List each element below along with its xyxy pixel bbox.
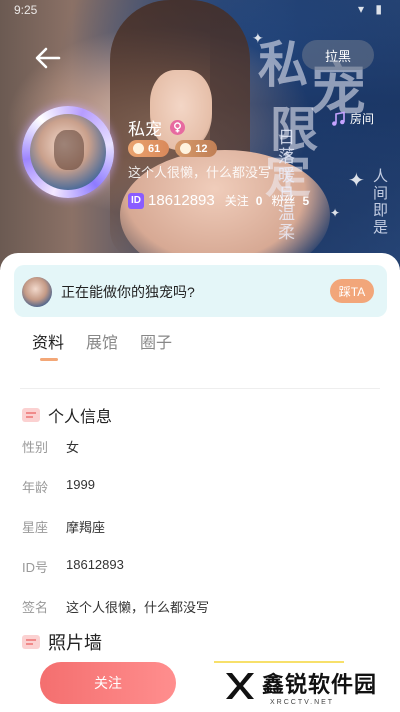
user-id: 18612893 [148, 192, 215, 209]
profile-signature: 这个人很懒，什么都没写 [128, 165, 272, 180]
info-label: 星座 [22, 520, 49, 535]
info-label: ID号 [22, 560, 49, 575]
info-label: 年龄 [22, 480, 49, 495]
user-name: 私宠 [128, 120, 162, 139]
personal-info-title-text: 个人信息 [48, 409, 113, 426]
level-badges: 61 12 [128, 140, 217, 157]
profile-tabs: 资料 展馆 圈子 [32, 329, 172, 361]
info-value: 女 [66, 440, 80, 455]
sparkle-icon: ✦ [252, 30, 264, 46]
photo-wall-title-text: 照片墙 [48, 633, 102, 653]
tab-gallery[interactable]: 展馆 [86, 329, 118, 361]
id-icon: ID [128, 192, 144, 209]
tab-circle[interactable]: 圈子 [140, 329, 172, 361]
notice-avatar [22, 277, 52, 307]
banner-vertical-text: 日落暖且温柔 [274, 128, 294, 242]
name-row: 私宠 [128, 115, 185, 140]
divider [20, 388, 380, 389]
status-icons: ▾ ▮ [358, 2, 386, 16]
watermark-logo [226, 673, 254, 699]
photo-wall-title: 照片墙 [22, 629, 102, 655]
notice-text: 正在能做你的独宠吗? [61, 284, 195, 300]
notice-bar[interactable]: 正在能做你的独宠吗? 踩TA [14, 265, 387, 317]
info-label: 签名 [22, 600, 49, 615]
tab-info[interactable]: 资料 [32, 329, 64, 361]
sparkle-icon: ✦ [348, 170, 365, 192]
female-icon [170, 120, 185, 135]
step-button[interactable]: 踩TA [330, 279, 374, 303]
charm-level-badge: 12 [175, 140, 217, 157]
banner-vertical-text: 人间即是 [371, 168, 389, 236]
watermark-text: 鑫锐软件园 XRCCTV.NET [262, 667, 377, 706]
sparkle-icon: ✦ [330, 206, 341, 220]
gem-icon [180, 143, 192, 154]
watermark: 鑫锐软件园 XRCCTV.NET [222, 664, 392, 708]
banner-calligraphy: 私 [258, 35, 308, 94]
info-section-icon [22, 408, 40, 422]
back-button[interactable] [30, 42, 66, 74]
follow-button[interactable]: 关注 [40, 662, 176, 704]
watermark-line [214, 661, 344, 663]
music-note-icon [332, 111, 345, 126]
info-value: 1999 [66, 477, 95, 492]
following-count[interactable]: 0 [256, 194, 263, 208]
following-label[interactable]: 关注 [225, 192, 249, 209]
photo-section-icon [22, 635, 40, 649]
info-value: 18612893 [66, 557, 124, 572]
personal-info-title: 个人信息 [22, 403, 112, 427]
info-value: 这个人很懒，什么都没写 [66, 600, 210, 615]
wealth-level-badge: 61 [128, 140, 170, 157]
watermark-url: XRCCTV.NET [270, 698, 335, 706]
info-value: 摩羯座 [66, 520, 106, 535]
fans-label[interactable]: 粉丝 [271, 192, 295, 209]
status-time: 9:25 [14, 3, 38, 17]
avatar[interactable] [22, 106, 114, 198]
fans-count[interactable]: 5 [302, 194, 309, 208]
block-button[interactable]: 拉黑 [302, 40, 374, 70]
status-bar: 9:25 ▾ ▮ [0, 0, 400, 22]
watermark-name: 鑫锐软件园 [262, 671, 378, 697]
heart-icon [133, 143, 144, 154]
profile-card: 正在能做你的独宠吗? 踩TA 资料 展馆 圈子 个人信息 性别 女 年龄 199… [0, 253, 400, 712]
avatar-image [30, 114, 106, 190]
info-label: 性别 [22, 440, 49, 455]
id-row: ID 18612893 关注 0 粉丝 5 [128, 192, 314, 209]
room-button[interactable]: 房间 [330, 110, 374, 127]
charm-level: 12 [195, 142, 208, 155]
arrow-left-icon [35, 47, 61, 69]
room-label: 房间 [350, 112, 375, 126]
wealth-level: 61 [148, 142, 161, 155]
